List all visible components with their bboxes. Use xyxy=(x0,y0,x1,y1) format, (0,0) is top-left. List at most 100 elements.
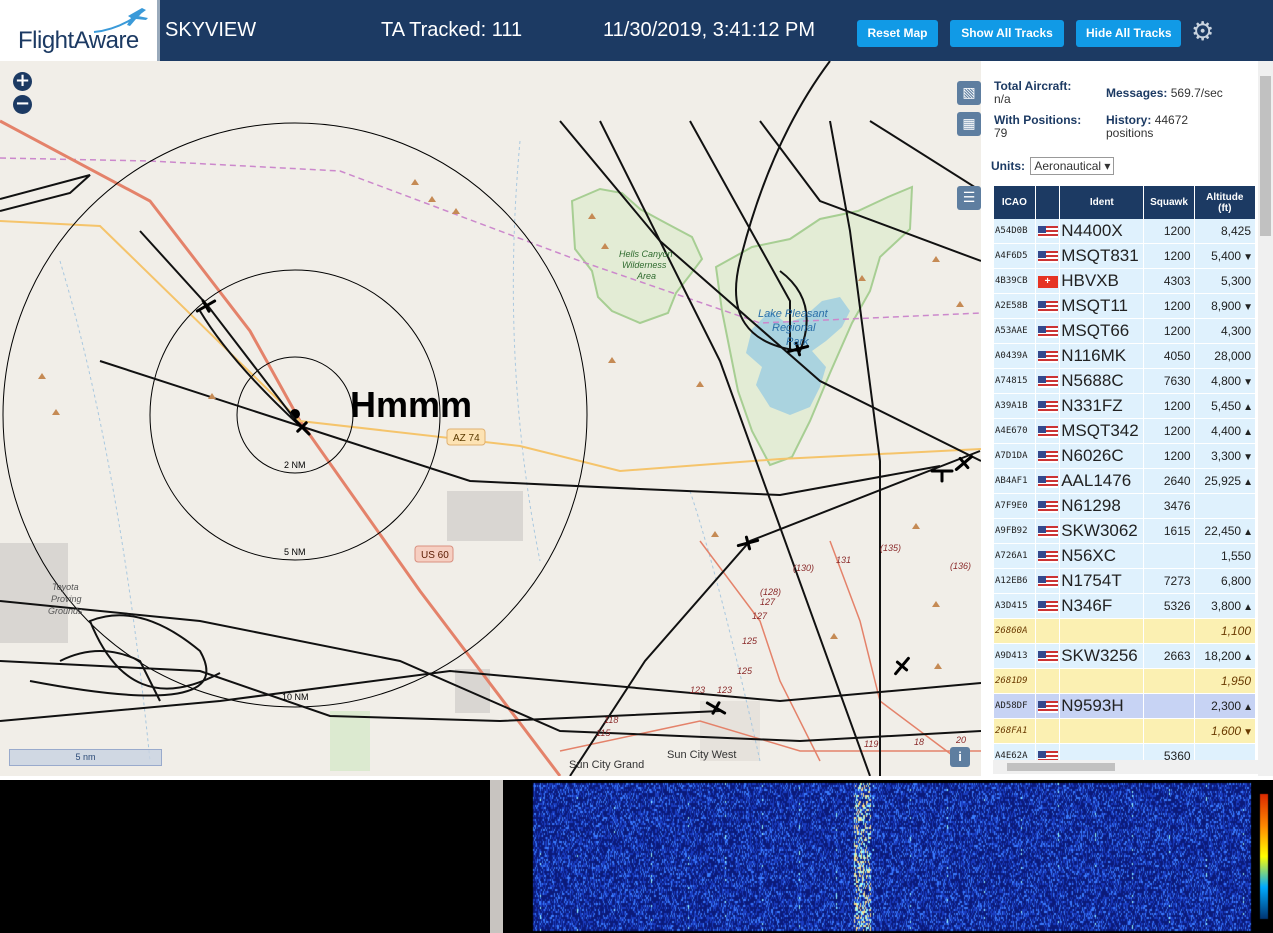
cell-icao: 2681D9 xyxy=(994,669,1035,694)
urban-block xyxy=(447,491,523,541)
altitude-trend-icon: ▼ xyxy=(1243,377,1253,388)
cell-icao: A726A1 xyxy=(994,544,1035,569)
table-row[interactable]: A9FB92 SKW3062 1615 22,450 ▲ xyxy=(994,519,1255,544)
cell-altitude: 1,950 xyxy=(1194,669,1255,694)
columns-icon[interactable]: ☰ xyxy=(957,186,981,210)
us-flag-icon xyxy=(1037,375,1058,388)
table-row[interactable]: A3D415 N346F 5326 3,800 ▲ xyxy=(994,594,1255,619)
table-row[interactable]: A4E62A 5360 xyxy=(994,744,1255,761)
urban-block xyxy=(0,543,68,643)
table-row[interactable]: A7F9E0 N61298 3476 xyxy=(994,494,1255,519)
cell-altitude: 25,925 ▲ xyxy=(1194,469,1255,494)
grid-icon[interactable]: ▦ xyxy=(957,112,981,136)
gear-icon[interactable]: ⚙ xyxy=(1191,16,1214,47)
cell-squawk xyxy=(1144,669,1194,694)
table-row[interactable]: A0439A N116MK 4050 28,000 xyxy=(994,344,1255,369)
us-flag-icon xyxy=(1037,250,1058,263)
range-label-5nm: 5 NM xyxy=(284,547,306,557)
cell-ident: N61298 xyxy=(1060,494,1144,519)
road-number: 131 xyxy=(836,555,851,565)
us-flag-icon xyxy=(1037,525,1058,538)
cell-icao: 26860A xyxy=(994,619,1035,644)
cell-icao: 4B39CB xyxy=(994,269,1035,294)
cell-ident xyxy=(1060,619,1144,644)
altitude-trend-icon: ▲ xyxy=(1243,527,1253,538)
cell-altitude: 6,800 xyxy=(1194,569,1255,594)
cell-icao: A3D415 xyxy=(994,594,1035,619)
messages-stat: Messages: 569.7/sec xyxy=(1106,87,1223,100)
table-row[interactable]: A7D1DA N6026C 1200 3,300 ▼ xyxy=(994,444,1255,469)
tracked-count: TA Tracked: 111 xyxy=(381,19,523,41)
table-row[interactable]: 2681D9 1,950 xyxy=(994,669,1255,694)
cell-squawk: 7273 xyxy=(1144,569,1194,594)
cell-altitude: 28,000 xyxy=(1194,344,1255,369)
reset-map-button[interactable]: Reset Map xyxy=(857,20,938,47)
col-squawk[interactable]: Squawk xyxy=(1144,186,1194,219)
table-row[interactable]: A2E58B MSQT11 1200 8,900 ▼ xyxy=(994,294,1255,319)
table-row[interactable]: A39A1B N331FZ 1200 5,450 ▲ xyxy=(994,394,1255,419)
us-flag-icon xyxy=(1037,300,1058,313)
horizontal-scrollbar[interactable] xyxy=(993,760,1258,774)
altitude-value: 5,300 xyxy=(1220,274,1251,288)
us-flag-icon xyxy=(1037,700,1058,713)
map-layers-icon[interactable]: ▧ xyxy=(957,81,981,105)
hide-all-tracks-button[interactable]: Hide All Tracks xyxy=(1076,20,1181,47)
road-number: 123 xyxy=(690,685,705,695)
col-icao[interactable]: ICAO xyxy=(994,186,1035,219)
table-row[interactable]: A74815 N5688C 7630 4,800 ▼ xyxy=(994,369,1255,394)
road-number: 127 xyxy=(752,611,768,621)
zoom-in-button[interactable]: + xyxy=(13,72,32,91)
zoom-out-button[interactable]: − xyxy=(13,95,32,114)
table-row[interactable]: A726A1 N56XC 1,550 xyxy=(994,544,1255,569)
cell-icao: A4E670 xyxy=(994,419,1035,444)
table-row[interactable]: 26860A 1,100 xyxy=(994,619,1255,644)
table-row[interactable]: 4B39CB + HBVXB 4303 5,300 xyxy=(994,269,1255,294)
map-view[interactable]: Hmmm 2 NM 5 NM 10 NM AZ 74 US 60 Hells C… xyxy=(0,61,981,776)
table-row[interactable]: A12EB6 N1754T 7273 6,800 xyxy=(994,569,1255,594)
scroll-thumb[interactable] xyxy=(1260,76,1271,236)
altitude-value: 4,400 xyxy=(1211,424,1242,438)
messages-value: 569.7/sec xyxy=(1170,86,1223,100)
col-altitude[interactable]: Altitude (ft) xyxy=(1194,186,1255,219)
messages-label: Messages: xyxy=(1106,86,1168,100)
cell-ident: MSQT342 xyxy=(1060,419,1144,444)
table-row[interactable]: AD58DF N9593H 2,300 ▲ xyxy=(994,694,1255,719)
table-row[interactable]: A4E670 MSQT342 1200 4,400 ▲ xyxy=(994,419,1255,444)
scroll-thumb[interactable] xyxy=(1007,763,1115,771)
vertical-scrollbar[interactable] xyxy=(1258,61,1273,776)
cell-altitude: 1,550 xyxy=(1194,544,1255,569)
road-number: 20 xyxy=(955,735,966,745)
table-row[interactable]: A53AAE MSQT66 1200 4,300 xyxy=(994,319,1255,344)
map-canvas[interactable]: Hmmm 2 NM 5 NM 10 NM AZ 74 US 60 Hells C… xyxy=(0,61,981,776)
table-row[interactable]: A4F6D5 MSQT831 1200 5,400 ▼ xyxy=(994,244,1255,269)
cell-icao: A7D1DA xyxy=(994,444,1035,469)
aircraft-table: ICAO Ident Squawk Altitude (ft) A54D0B N44… xyxy=(993,186,1256,761)
road-number: 125 xyxy=(737,666,753,676)
range-label-10nm: 10 NM xyxy=(282,692,309,702)
place-label: Lake Pleasant xyxy=(758,308,829,320)
flightaware-logo[interactable]: FlightAware xyxy=(0,0,160,61)
site-name: SKYVIEW xyxy=(165,19,257,41)
table-row[interactable]: AB4AF1 AAL1476 2640 25,925 ▲ xyxy=(994,469,1255,494)
history-label: History: xyxy=(1106,113,1152,127)
road-number: 115 xyxy=(596,728,611,738)
cell-icao: A7F9E0 xyxy=(994,494,1035,519)
cell-ident: N116MK xyxy=(1060,344,1144,369)
table-row[interactable]: A9D413 SKW3256 2663 18,200 ▲ xyxy=(994,644,1255,669)
cell-altitude: 3,800 ▲ xyxy=(1194,594,1255,619)
col-ident[interactable]: Ident xyxy=(1060,186,1144,219)
table-row[interactable]: A54D0B N4400X 1200 8,425 xyxy=(994,219,1255,244)
altitude-trend-icon: ▲ xyxy=(1243,702,1253,713)
table-row[interactable]: 268FA1 1,600 ▼ xyxy=(994,719,1255,744)
col-flag[interactable] xyxy=(1035,186,1060,219)
units-select[interactable]: Aeronautical ▾ xyxy=(1030,157,1115,175)
show-all-tracks-button[interactable]: Show All Tracks xyxy=(950,20,1064,47)
cell-altitude: 8,425 xyxy=(1194,219,1255,244)
info-icon[interactable]: i xyxy=(950,747,970,767)
us-flag-icon xyxy=(1037,500,1058,513)
altitude-value: 2,300 xyxy=(1211,699,1242,713)
cell-squawk: 2663 xyxy=(1144,644,1194,669)
altitude-value: 1,950 xyxy=(1220,674,1251,688)
cell-ident: N331FZ xyxy=(1060,394,1144,419)
pane-divider[interactable] xyxy=(490,780,503,933)
